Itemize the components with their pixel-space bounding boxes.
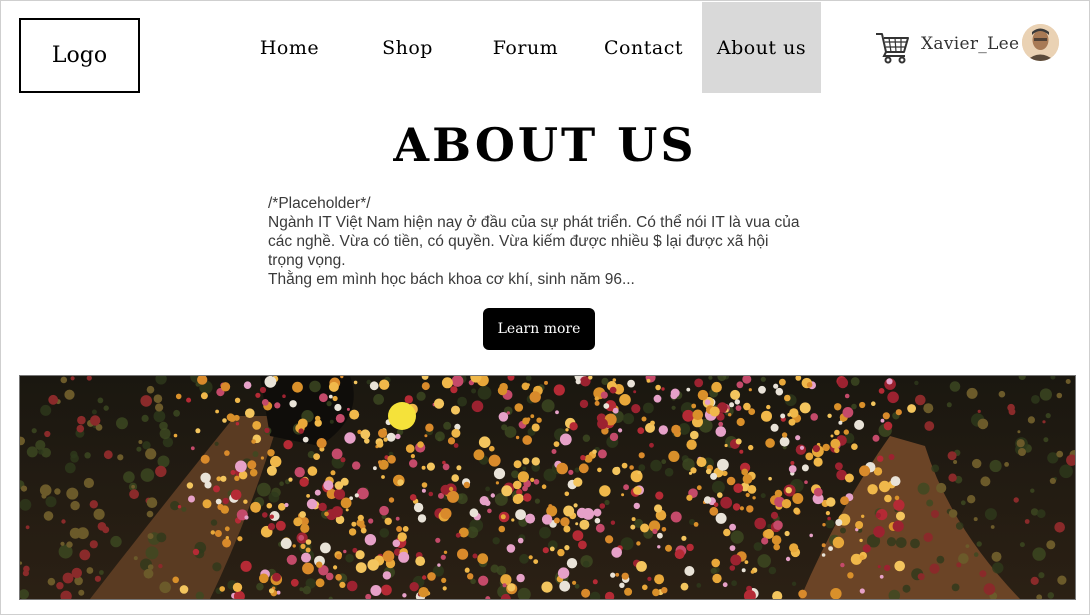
placeholder-line: /*Placeholder*/ xyxy=(268,195,371,212)
nav-about-us[interactable]: About us xyxy=(702,2,821,93)
nav-home[interactable]: Home xyxy=(230,2,349,93)
shopping-cart-icon[interactable] xyxy=(874,30,910,64)
nav-home-label: Home xyxy=(259,36,320,59)
logo[interactable]: Logo xyxy=(19,18,140,93)
user-avatar[interactable] xyxy=(1022,24,1059,61)
username[interactable]: Xavier_Lee xyxy=(921,34,1019,54)
nav-contact[interactable]: Contact xyxy=(584,2,703,93)
flower-garden-banner-image xyxy=(19,375,1076,600)
nav-about-us-label: About us xyxy=(716,36,807,59)
about-text: /*Placeholder*/ Ngành IT Việt Nam hiện n… xyxy=(268,194,808,289)
nav-contact-label: Contact xyxy=(604,36,683,59)
about-paragraph: Ngành IT Việt Nam hiện nay ở đầu của sự … xyxy=(268,214,800,269)
page-title: ABOUT US xyxy=(393,118,697,172)
logo-label: Logo xyxy=(51,43,108,68)
about-paragraph-continued: Thằng em mình học bách khoa cơ khí, sinh… xyxy=(268,271,635,288)
nav-shop[interactable]: Shop xyxy=(348,2,467,93)
nav-forum-label: Forum xyxy=(492,36,559,59)
nav-shop-label: Shop xyxy=(382,36,433,59)
nav-forum[interactable]: Forum xyxy=(466,2,585,93)
learn-more-button[interactable]: Learn more xyxy=(483,308,595,350)
